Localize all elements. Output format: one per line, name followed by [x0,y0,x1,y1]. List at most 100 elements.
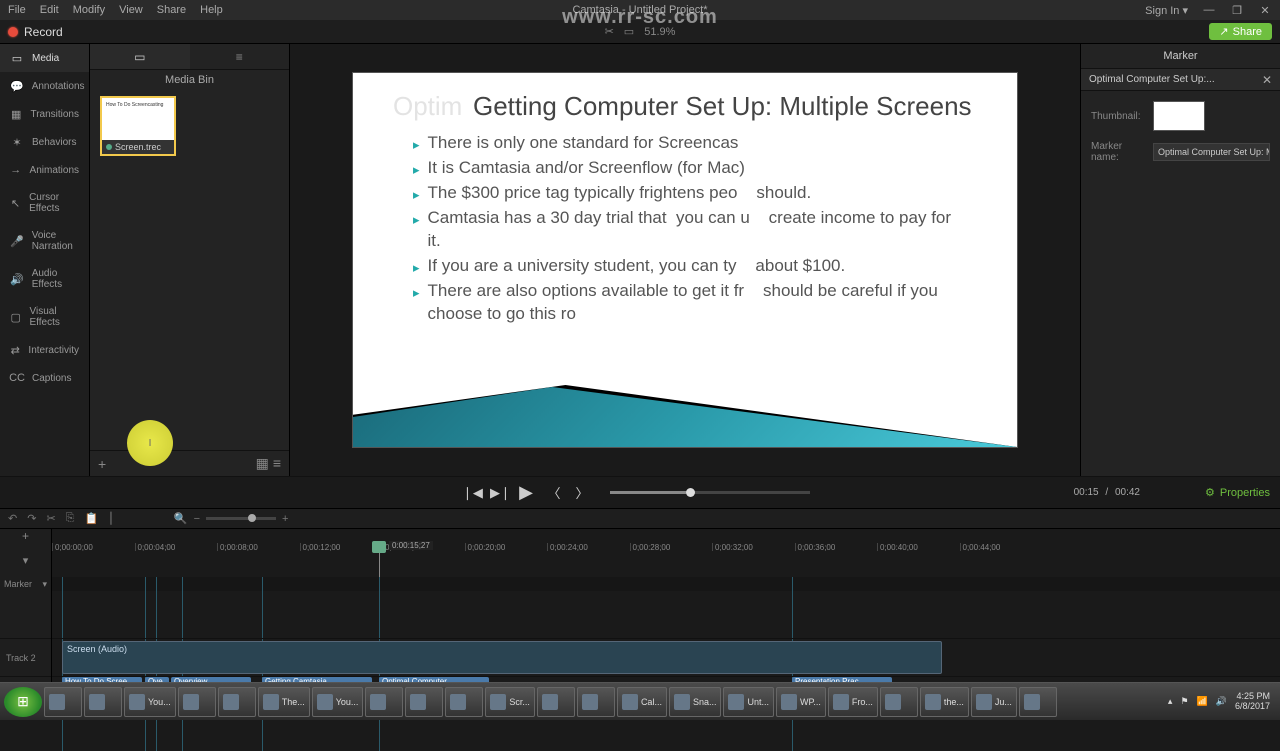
taskbar-item[interactable]: the... [920,687,969,717]
scrubber-handle[interactable] [686,488,695,497]
sidebar-item-interactivity[interactable]: ⇄Interactivity [0,336,89,364]
taskbar-item[interactable]: Cal... [617,687,667,717]
properties-button[interactable]: ⚙ Properties [1205,486,1270,499]
record-button[interactable]: Record [8,25,63,39]
add-media-button[interactable]: + [98,456,106,472]
next-marker-button[interactable]: 〉 [574,483,590,502]
taskbar-item[interactable]: Ju... [971,687,1017,717]
menu-edit[interactable]: Edit [40,4,59,16]
taskbar-item[interactable]: The... [258,687,310,717]
crop-icon[interactable]: ✂ [605,25,614,38]
taskbar-item[interactable]: Sna... [669,687,722,717]
taskbar-item[interactable] [537,687,575,717]
menu-bar: File Edit Modify View Share Help Camtasi… [0,0,1280,20]
menu-share[interactable]: Share [157,4,186,16]
audio-clip[interactable]: Screen (Audio) [62,641,942,674]
timeline-ruler[interactable]: 0;00:00;000;00:04;000;00:08;000;00:12;00… [52,543,1280,563]
taskbar-item[interactable] [218,687,256,717]
playhead[interactable]: 0:00:15;27 [379,543,380,577]
annotations-icon: 💬 [10,80,24,92]
zoom-in-button[interactable]: + [282,513,288,525]
play-button[interactable]: ▶ [518,482,534,503]
maximize-button[interactable]: ❐ [1230,4,1244,17]
marker-row[interactable] [52,577,1280,591]
sidebar-item-audio-effects[interactable]: 🔊Audio Effects [0,260,89,298]
sidebar-item-voice-narration[interactable]: 🎤Voice Narration [0,222,89,260]
next-frame-button[interactable]: ▶❘ [490,485,506,501]
menu-help[interactable]: Help [200,4,223,16]
taskbar-item[interactable] [577,687,615,717]
close-button[interactable]: ✕ [1258,4,1272,17]
canvas-icon[interactable]: ▭ [624,25,634,38]
prev-frame-button[interactable]: ❘◀ [462,485,478,501]
animations-icon: → [10,164,22,176]
taskbar-item[interactable]: You... [124,687,176,717]
media-clip-thumbnail[interactable]: How To Do Screencasting Screen.trec [100,96,176,156]
menu-modify[interactable]: Modify [73,4,105,16]
behaviors-icon: ✶ [10,136,24,148]
system-tray[interactable]: ▴ ⚑ 📶 🔊 4:25 PM 6/8/2017 [1168,692,1276,712]
tray-volume-icon[interactable]: 🔊 [1216,696,1227,707]
minimize-button[interactable]: — [1202,4,1216,16]
sidebar-item-behaviors[interactable]: ✶Behaviors [0,128,89,156]
track-2-label[interactable]: Track 2 [0,638,51,676]
mediabin-tab-bin[interactable]: ▭ [90,44,190,69]
marker-row-toggle[interactable]: ▾ [42,579,47,590]
menu-file[interactable]: File [8,4,26,16]
sidebar-item-cursor-effects[interactable]: ↖Cursor Effects [0,184,89,222]
sidebar-item-media[interactable]: ▭Media [0,44,89,72]
track-2[interactable]: Screen (Audio) [52,638,1280,676]
tray-flag-icon[interactable]: ⚑ [1180,696,1188,707]
taskbar-item[interactable]: Unt... [723,687,774,717]
taskbar-item[interactable] [405,687,443,717]
transitions-icon: ▦ [10,108,22,120]
taskbar-item[interactable] [178,687,216,717]
prev-marker-button[interactable]: 〈 [546,483,562,502]
tray-chevron-icon[interactable]: ▴ [1168,696,1173,707]
grid-view-button[interactable]: ▦ [256,455,269,472]
menu-view[interactable]: View [119,4,143,16]
taskbar-item[interactable] [84,687,122,717]
add-track-button[interactable]: + [0,529,52,543]
playback-scrubber[interactable] [610,491,810,494]
marker-row-label: Marker [4,579,32,589]
taskbar-item[interactable] [880,687,918,717]
mediabin-tab-library[interactable]: ≡ [190,44,290,69]
taskbar-item[interactable] [44,687,82,717]
taskbar-item[interactable]: Scr... [485,687,535,717]
props-close-button[interactable]: ✕ [1254,73,1280,87]
undo-button[interactable]: ↶ [8,512,17,525]
zoom-level[interactable]: 51.9% [644,26,675,38]
gear-icon: ⚙ [1205,486,1215,499]
taskbar-item[interactable] [1019,687,1057,717]
paste-button[interactable]: 📋 [84,512,98,525]
thumbnail-label: Thumbnail: [1091,111,1147,122]
split-button[interactable]: ⎮ [108,512,114,525]
marker-name-input[interactable]: Optimal Computer Set Up: Multiple Sc [1153,143,1270,161]
sidebar-item-visual-effects[interactable]: ▢Visual Effects [0,298,89,336]
redo-button[interactable]: ↷ [27,512,36,525]
sidebar-item-captions[interactable]: CCCaptions [0,364,89,392]
share-button[interactable]: ↗ Share [1209,23,1272,40]
zoom-handle[interactable] [248,514,256,522]
collapse-tracks-button[interactable]: ▾ [23,554,29,567]
sidebar-item-annotations[interactable]: 💬Annotations [0,72,89,100]
taskbar-item[interactable]: WP... [776,687,826,717]
tray-network-icon[interactable]: 📶 [1197,696,1208,707]
taskbar-item[interactable]: You... [312,687,364,717]
props-tab[interactable]: Optimal Computer Set Up:... [1081,69,1254,90]
list-view-button[interactable]: ≡ [273,455,281,472]
taskbar-item[interactable] [445,687,483,717]
sidebar-item-transitions[interactable]: ▦Transitions [0,100,89,128]
taskbar-item[interactable] [365,687,403,717]
start-button[interactable]: ⊞ [4,687,42,717]
canvas-slide[interactable]: Optim Getting Computer Set Up: Multiple … [353,73,1017,447]
taskbar-item[interactable]: Fro... [828,687,878,717]
zoom-slider[interactable] [206,517,276,520]
cut-button[interactable]: ✂ [46,512,55,525]
sidebar-item-animations[interactable]: →Animations [0,156,89,184]
copy-button[interactable]: ⎘ [66,512,75,525]
zoom-fit-button[interactable]: 🔍 [174,512,188,525]
zoom-out-button[interactable]: − [194,513,200,525]
sign-in-button[interactable]: Sign In ▾ [1145,4,1188,17]
